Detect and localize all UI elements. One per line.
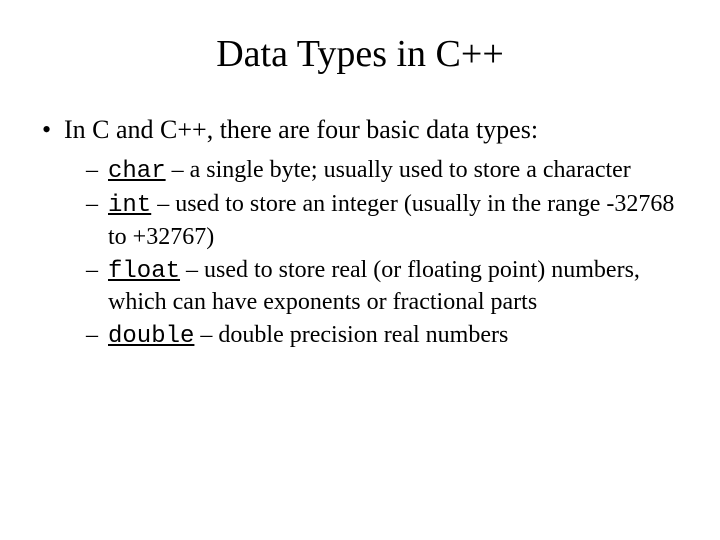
slide: Data Types in C++ In C and C++, there ar…: [0, 0, 720, 540]
list-item: int – used to store an integer (usually …: [86, 189, 684, 252]
bullet-list-level2: char – a single byte; usually used to st…: [86, 155, 684, 353]
main-bullet: In C and C++, there are four basic data …: [36, 114, 684, 353]
keyword-int: int: [108, 192, 151, 219]
keyword-float: float: [108, 258, 180, 285]
list-item: float – used to store real (or floating …: [86, 255, 684, 318]
bullet-list-level1: In C and C++, there are four basic data …: [36, 114, 684, 353]
slide-title: Data Types in C++: [36, 32, 684, 76]
list-item: double – double precision real numbers: [86, 320, 684, 353]
desc-text: – used to store an integer (usually in t…: [108, 191, 674, 250]
list-item: char – a single byte; usually used to st…: [86, 155, 684, 188]
desc-text: – double precision real numbers: [194, 322, 508, 348]
keyword-double: double: [108, 323, 194, 350]
keyword-char: char: [108, 158, 166, 185]
main-bullet-text: In C and C++, there are four basic data …: [64, 115, 538, 144]
desc-text: – a single byte; usually used to store a…: [166, 157, 631, 183]
desc-text: – used to store real (or floating point)…: [108, 257, 640, 316]
